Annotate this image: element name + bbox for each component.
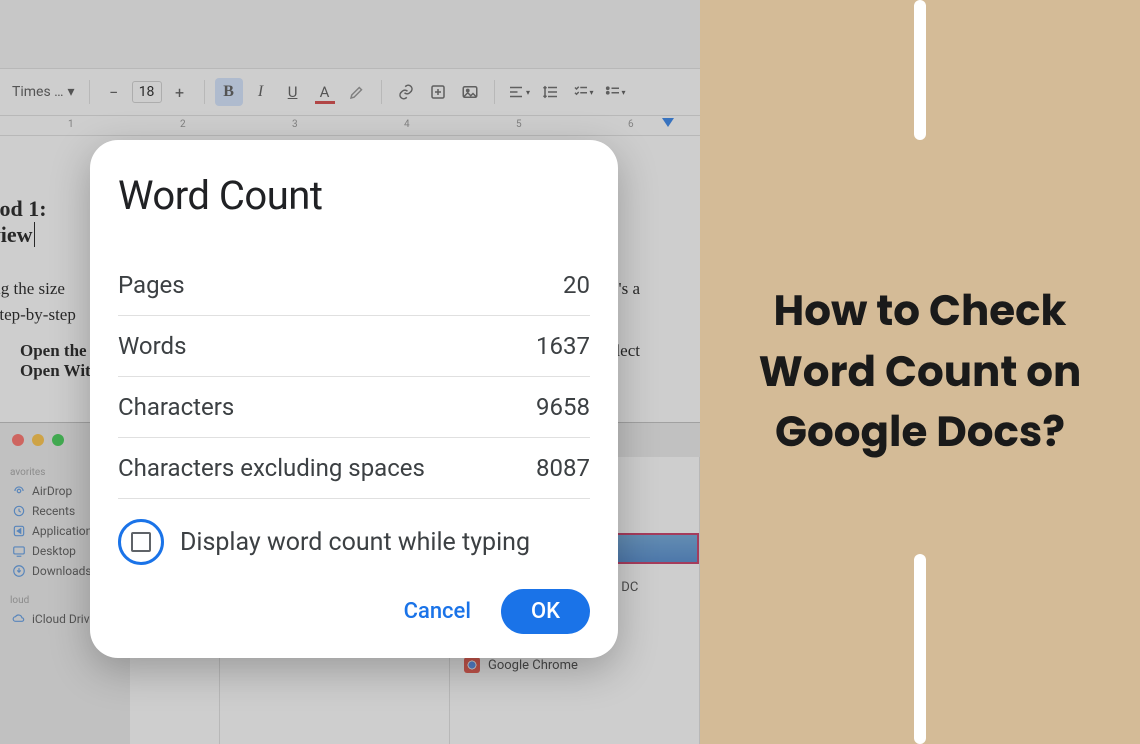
- highlight-button[interactable]: [343, 78, 371, 106]
- checkbox-label: Display word count while typing: [180, 528, 530, 557]
- screenshot-area: Times … ▾ − 18 + B I U A ▾ ▾ ▾ 1 2 3 4 5…: [0, 0, 700, 744]
- insert-link-button[interactable]: [392, 78, 420, 106]
- align-button[interactable]: ▾: [505, 78, 533, 106]
- ok-button[interactable]: OK: [501, 589, 590, 634]
- ruler-tick: 1: [68, 119, 74, 130]
- chrome-icon: [464, 657, 480, 673]
- bold-button[interactable]: B: [215, 78, 243, 106]
- line-spacing-button[interactable]: [537, 78, 565, 106]
- formatting-toolbar: Times … ▾ − 18 + B I U A ▾ ▾ ▾: [0, 68, 700, 116]
- dialog-buttons: Cancel OK: [118, 589, 590, 634]
- insert-image-button[interactable]: [456, 78, 484, 106]
- decorative-line: [914, 554, 926, 744]
- increase-font-button[interactable]: +: [166, 78, 194, 106]
- stat-label: Characters: [118, 393, 234, 421]
- chevron-down-icon: ▾: [68, 84, 75, 100]
- text-color-button[interactable]: A: [311, 78, 339, 106]
- stat-label: Characters excluding spaces: [118, 454, 425, 482]
- stat-value: 20: [563, 271, 590, 299]
- underline-button[interactable]: U: [279, 78, 307, 106]
- minimize-icon[interactable]: [32, 434, 44, 446]
- stat-row-chars-nospace: Characters excluding spaces 8087: [118, 438, 590, 499]
- ruler: 1 2 3 4 5 6: [0, 116, 700, 136]
- ruler-tick: 5: [516, 119, 522, 130]
- article-title: How to Check Word Count on Google Docs?: [700, 281, 1140, 464]
- right-indent-marker[interactable]: [662, 118, 674, 127]
- stat-row-chars: Characters 9658: [118, 377, 590, 438]
- stat-label: Words: [118, 332, 186, 360]
- stat-row-words: Words 1637: [118, 316, 590, 377]
- font-family-select[interactable]: Times … ▾: [8, 80, 79, 104]
- ruler-tick: 3: [292, 119, 298, 130]
- decrease-font-button[interactable]: −: [100, 78, 128, 106]
- separator: [494, 80, 495, 104]
- ruler-tick: 6: [628, 119, 634, 130]
- font-family-label: Times …: [12, 84, 64, 100]
- checkbox-highlight-ring[interactable]: [118, 519, 164, 565]
- close-icon[interactable]: [12, 434, 24, 446]
- word-count-dialog: Word Count Pages 20 Words 1637 Character…: [90, 140, 618, 658]
- bulleted-list-button[interactable]: ▾: [601, 78, 629, 106]
- stat-value: 9658: [536, 393, 590, 421]
- font-size-input[interactable]: 18: [132, 81, 162, 103]
- separator: [381, 80, 382, 104]
- ruler-tick: 2: [180, 119, 186, 130]
- ruler-tick: 4: [404, 119, 410, 130]
- separator: [204, 80, 205, 104]
- stat-value: 8087: [536, 454, 590, 482]
- cancel-button[interactable]: Cancel: [392, 589, 483, 634]
- maximize-icon[interactable]: [52, 434, 64, 446]
- separator: [89, 80, 90, 104]
- decorative-line: [914, 0, 926, 140]
- add-comment-button[interactable]: [424, 78, 452, 106]
- checklist-button[interactable]: ▾: [569, 78, 597, 106]
- stat-row-pages: Pages 20: [118, 255, 590, 316]
- stat-label: Pages: [118, 271, 185, 299]
- dialog-title: Word Count: [118, 172, 590, 219]
- display-while-typing-row: Display word count while typing: [118, 519, 590, 565]
- checkbox-icon[interactable]: [131, 532, 151, 552]
- italic-button[interactable]: I: [247, 78, 275, 106]
- stat-value: 1637: [536, 332, 590, 360]
